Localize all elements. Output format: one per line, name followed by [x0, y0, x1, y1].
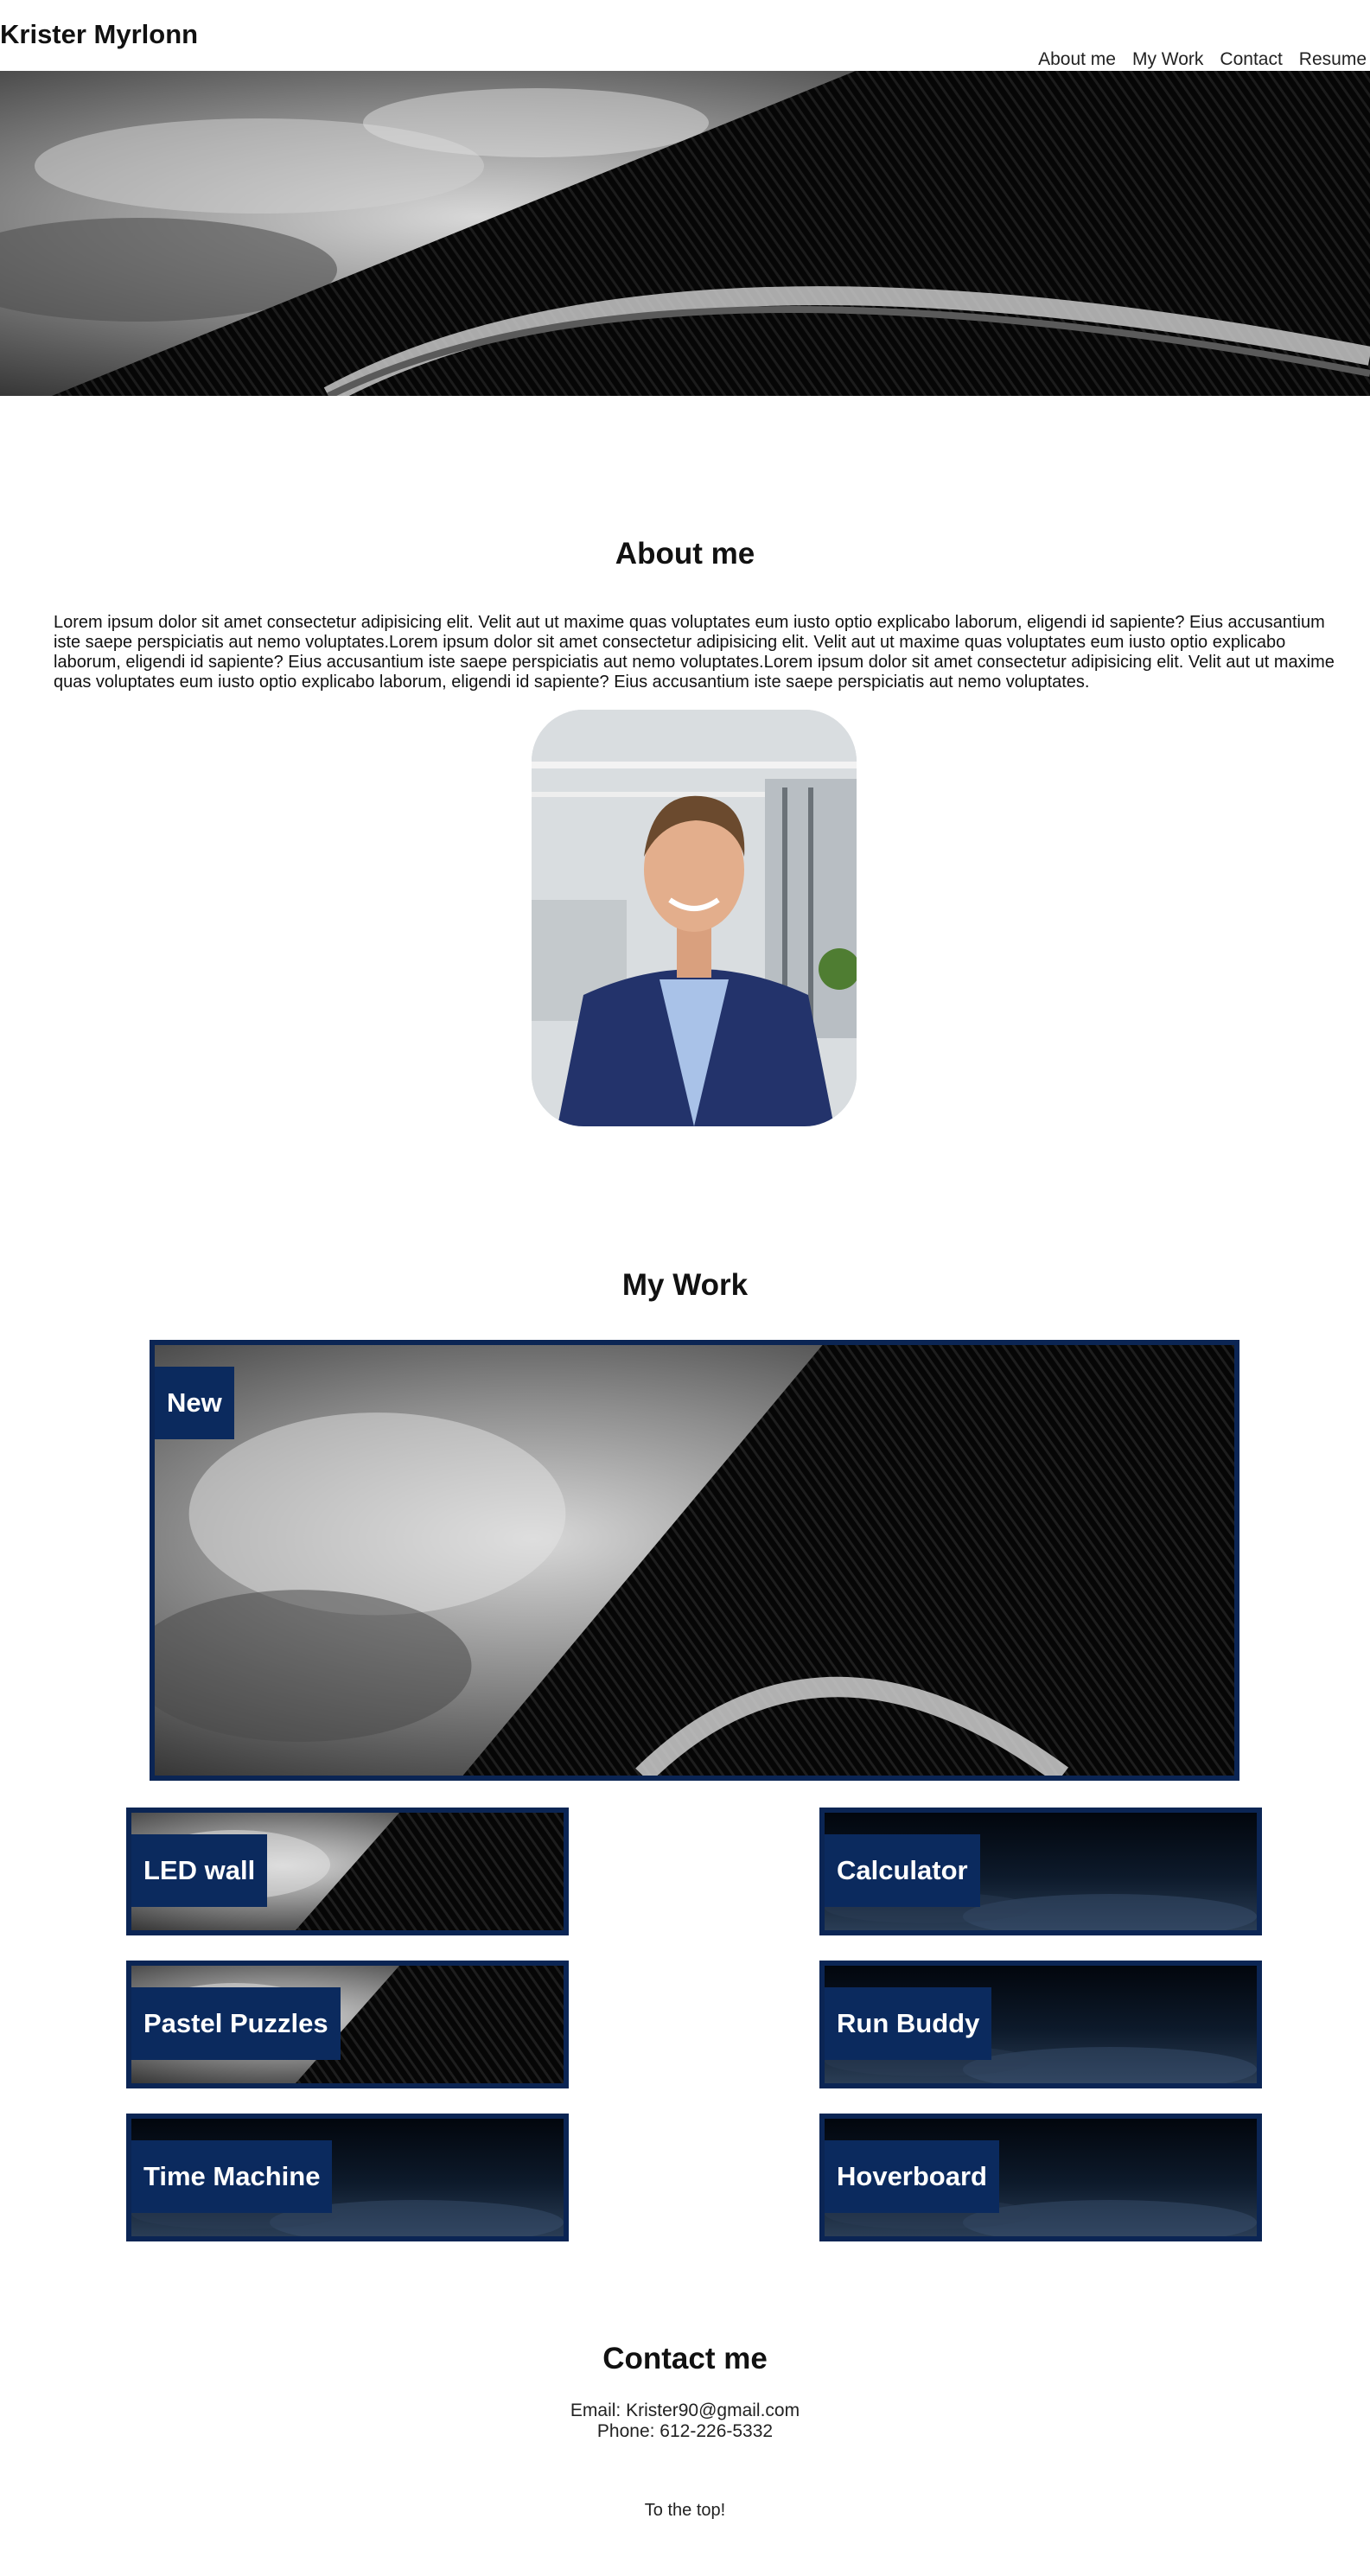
contact-heading: Contact me — [602, 2342, 768, 2375]
featured-project-card[interactable]: New — [150, 1340, 1239, 1781]
featured-label: New — [155, 1367, 234, 1439]
project-card[interactable]: Hoverboard — [819, 2114, 1262, 2241]
profile-photo — [532, 710, 857, 1126]
project-label: Calculator — [825, 1834, 980, 1907]
project-card[interactable]: LED wall — [126, 1808, 569, 1935]
to-top-link[interactable]: To the top! — [0, 2501, 1370, 2521]
main-nav: About me My Work Contact Resume — [1038, 49, 1367, 70]
project-label: Hoverboard — [825, 2140, 999, 2213]
contact-phone: Phone: 612-226-5332 — [596, 2421, 774, 2441]
about-paragraph: Lorem ipsum dolor sit amet consectetur a… — [54, 613, 1335, 692]
nav-resume[interactable]: Resume — [1299, 49, 1367, 70]
site-title: Krister Myrlonn — [0, 19, 199, 49]
nav-my-work[interactable]: My Work — [1132, 49, 1203, 70]
nav-about-me[interactable]: About me — [1038, 49, 1116, 70]
contact-email: Email: Krister90@gmail.com — [570, 2401, 800, 2420]
hero-banner — [0, 71, 1370, 396]
nav-contact[interactable]: Contact — [1220, 49, 1282, 70]
project-card[interactable]: Pastel Puzzles — [126, 1961, 569, 2088]
project-label: Run Buddy — [825, 1987, 992, 2060]
project-label: LED wall — [131, 1834, 268, 1907]
project-label: Time Machine — [131, 2140, 333, 2213]
project-card[interactable]: Calculator — [819, 1808, 1262, 1935]
project-card[interactable]: Time Machine — [126, 2114, 569, 2241]
project-label: Pastel Puzzles — [131, 1987, 341, 2060]
project-card[interactable]: Run Buddy — [819, 1961, 1262, 2088]
work-heading: My Work — [621, 1268, 749, 1302]
about-heading: About me — [615, 537, 755, 571]
